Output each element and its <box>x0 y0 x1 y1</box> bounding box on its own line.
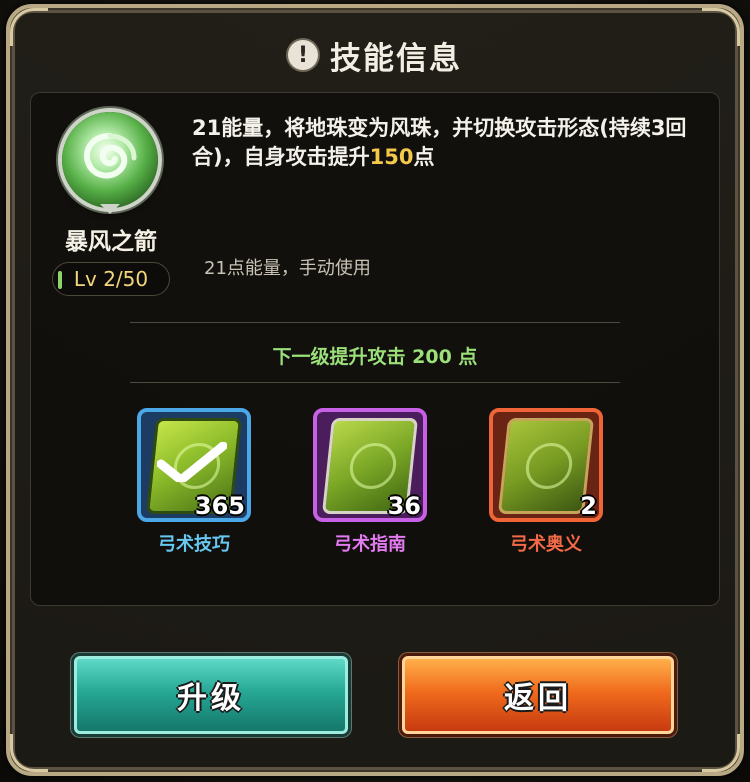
book-count: 365 <box>194 492 245 520</box>
skill-level-badge: Lv 2/50 <box>52 262 170 296</box>
book-label: 弓术技巧 <box>158 534 230 555</box>
book-count: 36 <box>387 492 421 520</box>
description-text: 21能量，将地珠变为风珠，并切换攻击形态(持续3回合)，自身攻击提升 <box>192 116 687 169</box>
next-level-bonus: 下一级提升攻击 200 点 <box>272 346 478 368</box>
skill-name: 暴风之箭 <box>65 229 157 255</box>
description-suffix: 点 <box>413 145 435 169</box>
frame-corner <box>10 734 48 772</box>
divider <box>130 322 620 323</box>
checkmark-icon <box>157 442 227 482</box>
skill-sub-description: 21点能量，手动使用 <box>204 258 371 279</box>
skill-description: 21能量，将地珠变为风珠，并切换攻击形态(持续3回合)，自身攻击提升150点 <box>192 114 702 172</box>
book-count: 2 <box>580 492 597 520</box>
bow-emblem <box>347 443 399 489</box>
dialog-title: 技能信息 <box>330 40 462 77</box>
frame-corner <box>702 734 740 772</box>
orb-pointer <box>100 204 120 214</box>
back-button[interactable]: 返回 <box>402 656 674 734</box>
book-label: 弓术奥义 <box>510 534 582 555</box>
bow-emblem <box>523 443 575 489</box>
upgrade-button[interactable]: 升级 <box>74 656 348 734</box>
divider <box>130 382 620 383</box>
info-icon: ! <box>288 40 318 70</box>
book-label: 弓术指南 <box>334 534 406 555</box>
book-slot-skill-mastery[interactable]: 2 <box>489 408 603 522</box>
description-value: 150 <box>369 145 414 169</box>
wind-swirl-icon <box>62 112 158 208</box>
skill-level: Lv 2/50 <box>73 267 149 291</box>
book-slot-skill-technique[interactable]: 365 <box>137 408 251 522</box>
dialog-header: ! 技能信息 <box>0 32 750 78</box>
book-slot-skill-guide[interactable]: 36 <box>313 408 427 522</box>
